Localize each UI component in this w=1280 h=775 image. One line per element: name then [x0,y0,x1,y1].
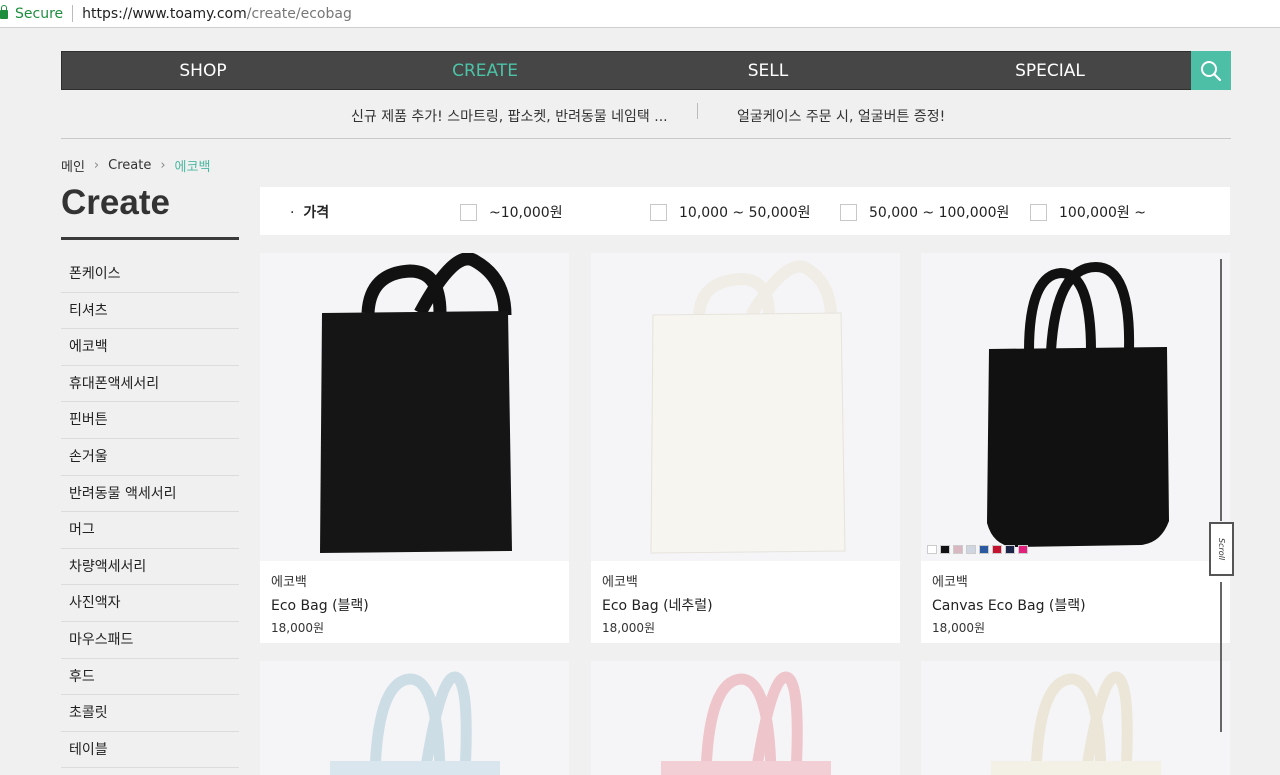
url-host: https://www.toamy.com [82,5,247,22]
option-label: 50,000 ~ 100,000원 [869,205,1010,221]
product-name[interactable]: Eco Bag (블랙) [271,595,369,615]
color-swatch[interactable] [1018,545,1028,554]
option-label: ~10,000원 [489,205,563,221]
product-image[interactable] [591,661,900,775]
sidebar-item-phone-accessory[interactable]: 휴대폰액세서리 [61,366,239,403]
sidebar-item-chocolate[interactable]: 초콜릿 [61,695,239,732]
price-option-50000-100000[interactable]: 50,000 ~ 100,000원 [840,202,1009,222]
filter-label: · 가격 [290,205,330,221]
product-card[interactable] [591,661,900,775]
sidebar-item-car-accessory[interactable]: 차량액세서리 [61,549,239,586]
bag-body [330,761,500,775]
nav-item-special[interactable]: SPECIAL [1015,52,1085,91]
chevron-right-icon: › [93,158,100,173]
breadcrumb-create[interactable]: Create [108,158,151,173]
divider [61,237,239,240]
product-image[interactable] [591,253,900,561]
product-card[interactable]: 에코백 Eco Bag (네추럴) 18,000원 [591,253,900,643]
product-category: 에코백 [602,575,638,590]
price-option-under-10000[interactable]: ~10,000원 [460,202,563,222]
bag-body [650,312,846,554]
divider [72,5,74,22]
search-icon [1201,60,1222,81]
search-button[interactable] [1191,51,1231,90]
url-path: /create/ecobag [246,5,352,22]
sidebar-item-mug[interactable]: 머그 [61,512,239,549]
option-label: 10,000 ~ 50,000원 [679,205,811,221]
product-image[interactable] [921,661,1230,775]
notice-face-case[interactable]: 얼굴케이스 주문 시, 얼굴버튼 증정! [737,106,945,126]
color-swatch[interactable] [927,545,937,554]
address-bar[interactable]: Secure https://www.toamy.com/create/ecob… [0,0,1280,28]
product-image[interactable] [921,253,1230,561]
breadcrumb-current: 에코백 [174,160,211,175]
main-nav: SHOP CREATE SELL SPECIAL [61,51,1231,90]
option-label: 100,000원 ~ [1059,205,1146,221]
scroll-track [1220,259,1222,521]
scroll-track [1220,582,1222,732]
price-option-over-100000[interactable]: 100,000원 ~ [1030,202,1146,222]
sidebar-item-pet-accessory[interactable]: 반려동물 액세서리 [61,476,239,513]
notice-new-products[interactable]: 신규 제품 추가! 스마트링, 팝소켓, 반려동물 네임택 ... [351,106,668,126]
product-category: 에코백 [932,575,968,590]
product-card[interactable] [921,661,1230,775]
price-option-10000-50000[interactable]: 10,000 ~ 50,000원 [650,202,810,222]
divider [697,103,698,119]
chevron-right-icon: › [160,158,166,173]
sidebar-item-tshirt[interactable]: 티셔츠 [61,293,239,330]
sidebar-item-mousepad[interactable]: 마우스패드 [61,622,239,659]
sidebar-item-hood[interactable]: 후드 [61,659,239,696]
bag-strap [414,253,512,317]
nav-item-shop[interactable]: SHOP [179,52,226,91]
product-card[interactable]: 에코백 Canvas Eco Bag (블랙) 18,000원 [921,253,1230,643]
scroll-to-top-button[interactable]: Scroll [1209,522,1234,576]
product-price: 18,000원 [271,621,325,635]
color-swatch[interactable] [940,545,950,554]
product-name[interactable]: Canvas Eco Bag (블랙) [932,595,1086,615]
sidebar-item-pinbutton[interactable]: 핀버튼 [61,402,239,439]
product-card[interactable]: 에코백 Eco Bag (블랙) 18,000원 [260,253,569,643]
product-image[interactable] [260,661,569,775]
secure-label: Secure [15,5,64,22]
nav-item-create[interactable]: CREATE [452,52,518,91]
product-name[interactable]: Eco Bag (네추럴) [602,595,713,615]
bag-body [320,311,512,553]
bag-body [987,347,1169,547]
color-swatch[interactable] [1005,545,1015,554]
product-category: 에코백 [271,575,307,590]
checkbox[interactable] [1030,203,1047,221]
breadcrumb-home[interactable]: 메인 [61,156,85,175]
breadcrumb: 메인 › Create › 에코백 [61,156,210,175]
sidebar-item-phonecase[interactable]: 폰케이스 [61,256,239,293]
checkbox[interactable] [650,203,667,221]
product-price: 18,000원 [932,621,986,635]
product-price: 18,000원 [602,621,656,635]
product-image[interactable] [260,253,569,561]
nav-item-sell[interactable]: SELL [748,52,788,91]
checkbox[interactable] [840,203,857,221]
page-title: Create [61,183,170,222]
checkbox[interactable] [460,203,477,221]
color-swatch[interactable] [953,545,963,554]
category-list: 폰케이스 티셔츠 에코백 휴대폰액세서리 핀버튼 손거울 반려동물 액세서리 머… [61,256,239,769]
scroll-label: Scroll [1217,537,1226,561]
color-swatches [927,545,1028,554]
color-swatch[interactable] [979,545,989,554]
price-filter: · 가격 ~10,000원 10,000 ~ 50,000원 50,000 ~ … [260,187,1230,235]
lock-icon [0,5,8,19]
sidebar-item-hand-mirror[interactable]: 손거울 [61,439,239,476]
divider [61,138,1231,139]
sidebar-item-photo-frame[interactable]: 사진액자 [61,585,239,622]
bag-body [991,761,1161,775]
sidebar-item-table[interactable]: 테이블 [61,732,239,769]
product-card[interactable] [260,661,569,775]
bag-body [661,761,831,775]
color-swatch[interactable] [992,545,1002,554]
sidebar-item-ecobag[interactable]: 에코백 [61,329,239,366]
color-swatch[interactable] [966,545,976,554]
